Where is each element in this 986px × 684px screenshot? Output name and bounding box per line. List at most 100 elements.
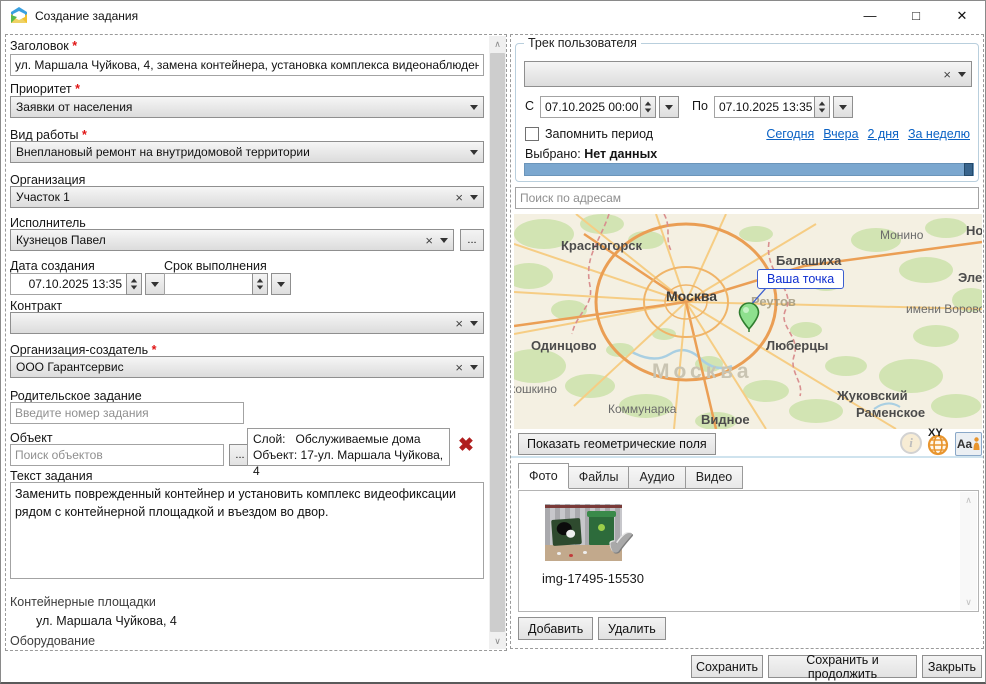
close-icon[interactable]: ✕ (939, 1, 985, 31)
creator-org-label: Организация-создатель * (10, 343, 156, 357)
info-icon[interactable]: i (900, 432, 922, 454)
to-date-input[interactable]: 07.10.2025 13:35 (714, 96, 815, 118)
chevron-down-icon[interactable] (470, 150, 478, 155)
map-label: Балашиха (776, 253, 841, 268)
chevron-down-icon[interactable] (958, 72, 966, 77)
tab-video[interactable]: Видео (685, 466, 744, 489)
add-photo-button[interactable]: Добавить (518, 617, 593, 640)
creation-date-calendar-icon[interactable] (145, 273, 165, 295)
close-button[interactable]: Закрыть (922, 655, 982, 678)
clear-icon[interactable]: × (455, 191, 463, 204)
clear-icon[interactable]: × (455, 361, 463, 374)
task-form-panel: Заголовок * Приоритет * Заявки от населе… (5, 34, 507, 651)
maximize-icon[interactable]: □ (893, 1, 939, 31)
creation-date-label: Дата создания (10, 259, 95, 273)
save-button[interactable]: Сохранить (691, 655, 763, 678)
chevron-down-icon[interactable] (470, 365, 478, 370)
priority-label: Приоритет * (10, 82, 80, 96)
your-point-tooltip: Ваша точка (757, 269, 844, 289)
track-user-select[interactable]: × (524, 61, 972, 87)
photo-name: img-17495-15530 (533, 571, 653, 586)
priority-select[interactable]: Заявки от населения (10, 96, 484, 118)
from-label: С (525, 99, 534, 113)
slider-handle[interactable] (964, 163, 973, 176)
object-name-label: Объект: (253, 448, 297, 462)
scroll-up-icon[interactable]: ∧ (489, 36, 506, 52)
title-input[interactable] (10, 54, 484, 76)
clear-icon[interactable]: × (455, 317, 463, 330)
show-geometry-button[interactable]: Показать геометрические поля (518, 433, 716, 455)
quick-period-links: Сегодня Вчера 2 дня За неделю (766, 127, 970, 141)
clear-icon[interactable]: × (425, 234, 433, 247)
link-two-days[interactable]: 2 дня (868, 127, 899, 141)
object-search-input[interactable] (10, 444, 224, 466)
work-type-select[interactable]: Внеплановый ремонт на внутридомовой терр… (10, 141, 484, 163)
person-icon (973, 437, 980, 451)
map-canvas[interactable]: Красногорск Монино Но Балашиха Элек Моск… (514, 214, 982, 429)
link-yesterday[interactable]: Вчера (823, 127, 858, 141)
chevron-down-icon[interactable] (470, 195, 478, 200)
deadline-input[interactable] (164, 273, 253, 295)
deadline-calendar-icon[interactable] (271, 273, 291, 295)
map-label: Элек (958, 270, 982, 285)
task-text-area[interactable]: Заменить поврежденный контейнер и устано… (10, 482, 484, 579)
map-label: Жуковский (837, 388, 908, 403)
map-label: Коммунарка (608, 402, 676, 416)
map-pin-icon[interactable] (738, 302, 760, 332)
creation-date-spinner[interactable] (126, 273, 142, 295)
minimize-icon[interactable]: — (847, 1, 893, 31)
titlebar: Создание задания — □ ✕ (1, 1, 985, 31)
track-time-slider[interactable] (524, 163, 974, 176)
remember-period-label: Запомнить период (545, 127, 653, 141)
link-week[interactable]: За неделю (908, 127, 970, 141)
to-date-spinner[interactable] (814, 96, 830, 118)
map-label: Но (966, 223, 982, 238)
scroll-up-icon[interactable]: ∧ (960, 492, 977, 508)
chevron-down-icon[interactable] (440, 238, 448, 243)
photo-scrollbar[interactable]: ∧ ∨ (960, 492, 977, 610)
parent-task-input[interactable] (10, 402, 244, 424)
to-date-calendar-icon[interactable] (833, 96, 853, 118)
object-label: Объект (10, 431, 53, 445)
save-and-continue-button[interactable]: Сохранить и продолжить (768, 655, 917, 678)
chevron-down-icon[interactable] (470, 105, 478, 110)
delete-photo-button[interactable]: Удалить (598, 617, 666, 640)
form-scrollbar[interactable]: ∧ ∨ (489, 36, 506, 649)
chevron-down-icon[interactable] (470, 321, 478, 326)
remember-period-checkbox[interactable] (525, 127, 539, 141)
executor-label: Исполнитель (10, 216, 86, 230)
selected-track-value: Нет данных (584, 147, 657, 161)
deadline-spinner[interactable] (252, 273, 268, 295)
scrollbar-thumb[interactable] (490, 53, 505, 632)
map-label: кошкино (514, 382, 557, 396)
creator-org-select[interactable]: ООО Гарантсервис × (10, 356, 484, 378)
executor-select[interactable]: Кузнецов Павел × (10, 229, 454, 251)
map-label: Москва (666, 288, 717, 304)
layer-label: Слой: (253, 432, 286, 446)
map-label: Раменское (856, 405, 925, 420)
map-panel: Трек пользователя × С 07.10.2025 00:00 П… (510, 34, 984, 649)
required-marker: * (72, 39, 77, 53)
clear-icon[interactable]: × (943, 68, 951, 81)
tab-audio[interactable]: Аудио (628, 466, 685, 489)
from-date-spinner[interactable] (640, 96, 656, 118)
attachment-tabs: Фото Файлы Аудио Видео (518, 463, 742, 489)
link-today[interactable]: Сегодня (766, 127, 814, 141)
tab-photo[interactable]: Фото (518, 463, 569, 489)
organization-select[interactable]: Участок 1 × (10, 186, 484, 208)
creation-date-input[interactable]: 07.10.2025 13:35 (10, 273, 127, 295)
contract-select[interactable]: × (10, 312, 484, 334)
scroll-down-icon[interactable]: ∨ (489, 633, 506, 649)
from-date-calendar-icon[interactable] (659, 96, 679, 118)
remove-object-icon[interactable]: ✖ (458, 434, 474, 457)
tab-files[interactable]: Файлы (568, 466, 630, 489)
user-track-title: Трек пользователя (524, 36, 641, 50)
map-label: Одинцово (531, 338, 597, 353)
address-search-input[interactable] (515, 187, 979, 209)
labels-toggle-button[interactable]: Aa (955, 432, 982, 456)
xy-globe-icon[interactable]: XY (925, 431, 951, 457)
from-date-input[interactable]: 07.10.2025 00:00 (540, 96, 641, 118)
photo-list-panel: ✔ img-17495-15530 ∧ ∨ (518, 490, 979, 612)
scroll-down-icon[interactable]: ∨ (960, 594, 977, 610)
executor-browse-button[interactable]: ... (460, 229, 484, 251)
